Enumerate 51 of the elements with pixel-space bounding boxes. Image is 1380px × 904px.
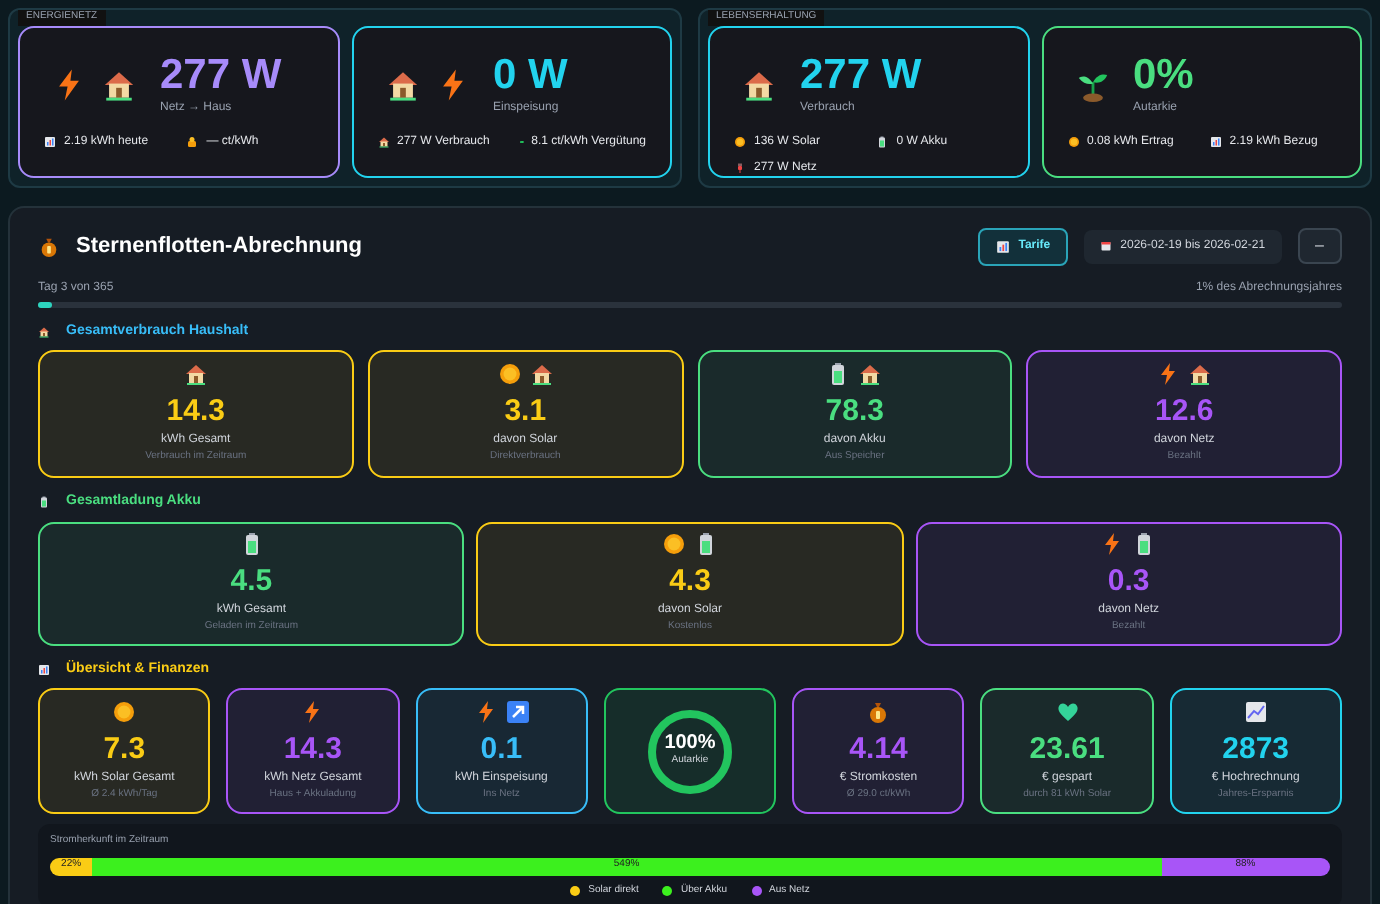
bar-chart-icon (996, 239, 1011, 253)
stat-value: 14.3 (166, 394, 225, 429)
autarky-ring (643, 705, 736, 797)
sun-icon (661, 531, 686, 556)
house-icon (385, 67, 419, 101)
collapse-button[interactable]: – (1297, 228, 1342, 264)
house-icon (1188, 362, 1213, 387)
house-icon (38, 325, 50, 338)
stat-value: 2873 (1222, 731, 1290, 766)
stat-value: 14.3 (283, 731, 343, 766)
power-value: 0% (1133, 51, 1194, 99)
stat-value: 4.14 (849, 731, 908, 766)
bolt-icon (300, 699, 325, 724)
money-bag-icon (866, 699, 891, 724)
sun-icon (1067, 136, 1079, 148)
house-icon (102, 67, 136, 101)
arrow-icon (505, 699, 530, 724)
bolt-icon (1156, 362, 1181, 387)
power-value: 277 W (160, 51, 282, 99)
sun-icon (112, 699, 137, 724)
trend-chart-icon (1243, 699, 1268, 724)
stat-value: 4.5 (230, 563, 273, 598)
plug-icon (734, 162, 746, 174)
house-icon (858, 362, 883, 387)
stat-value: 0.1 (480, 731, 523, 766)
house-icon (529, 362, 554, 387)
billing-title: Sternenflotten-Abrechnung (76, 231, 362, 262)
bolt-icon (1100, 531, 1125, 556)
stat-value: 7.3 (103, 731, 146, 766)
house-icon (742, 67, 776, 101)
bar-chart-icon (44, 136, 56, 148)
calendar-icon (1100, 240, 1113, 252)
house-icon (377, 136, 389, 148)
stat-value: 3.1 (504, 394, 547, 429)
sun-icon (734, 136, 746, 148)
stat-value: 4.3 (669, 563, 711, 598)
power-value: 0 W (493, 51, 568, 99)
stat-value: 12.6 (1155, 394, 1214, 429)
bolt-icon (473, 699, 498, 724)
battery-icon (38, 496, 50, 509)
money-bag-icon (38, 235, 60, 257)
stat-value: 78.3 (825, 394, 884, 429)
power-value: 277 W (800, 51, 922, 99)
bar-chart-icon (38, 663, 50, 676)
heart-icon (1055, 699, 1080, 724)
stat-value: 0.3 (1107, 563, 1150, 598)
ring-value: 100% (664, 732, 716, 755)
stat-value: 23.61 (1029, 731, 1105, 766)
sun-icon (497, 362, 522, 387)
bar-chart-icon (1209, 136, 1222, 148)
house-icon (183, 362, 208, 387)
